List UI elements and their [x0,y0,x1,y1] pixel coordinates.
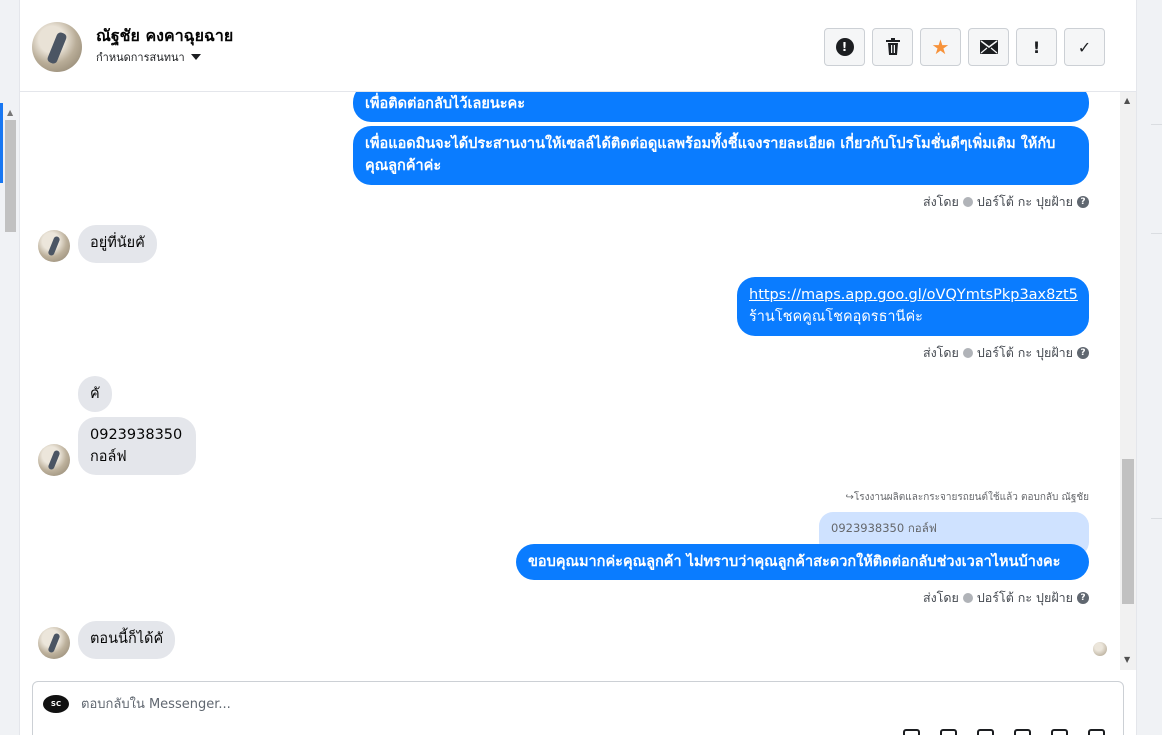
scroll-up-arrow-icon[interactable]: ▲ [7,108,13,117]
sender-dot-icon [962,348,973,358]
reply-input[interactable] [81,692,781,716]
scroll-down-arrow-icon[interactable]: ▼ [1124,655,1130,664]
selected-indicator [0,103,3,183]
quoted-text: 0923938350 กอล์ฟ [831,521,937,535]
emoji-icon[interactable] [940,729,957,735]
incoming-message[interactable]: คั [78,376,112,412]
thread-scrollbar[interactable]: ▲ ▼ [1120,92,1136,670]
composer-actions [903,729,1105,735]
outgoing-message[interactable]: https://maps.app.goo.gl/oVQYmtsPkp3ax8zt… [737,277,1089,336]
envelope-icon [979,40,998,54]
page-logo: SC [43,695,69,713]
incoming-message[interactable]: ตอนนี้ก็ได้คั [78,621,176,659]
help-icon[interactable]: ? [1077,196,1089,208]
attachment-icon[interactable] [903,729,920,735]
mark-unread-button[interactable] [968,28,1009,66]
message-text: 0923938350 [90,427,183,443]
sent-by-text: ส่งโดย [922,194,959,209]
star-button[interactable]: ★ [920,28,961,66]
trash-icon [885,38,900,55]
right-panel-edge [1136,0,1162,735]
sender-name[interactable]: ปอร์โต้ กะ ปุยฝ้าย [977,192,1073,212]
sender-name[interactable]: ปอร์โต้ กะ ปุยฝ้าย [977,343,1073,363]
sent-by-label: ส่งโดย ปอร์โต้ กะ ปุยฝ้าย ? [923,588,1089,608]
message-text: ร้านโชคคูณโชคอุดรธานีค่ะ [749,309,923,325]
sent-by-text: ส่งโดย [922,345,959,360]
reply-composer: SC [32,681,1124,735]
exclamation-icon: ! [1032,37,1041,57]
done-button[interactable]: ✓ [1064,28,1105,66]
message-text: กอล์ฟ [90,449,127,465]
help-icon[interactable]: ? [1077,592,1089,604]
sender-dot-icon [962,593,973,603]
message-thread[interactable]: เพื่อติดต่อกลับไว้เลยนะคะ เพื่อแอดมินจะไ… [20,92,1120,670]
star-icon: ★ [931,35,950,59]
contact-avatar[interactable] [38,627,70,659]
conversation-header: ณัฐชัย คงคาฉุยฉาย กำหนดการสนทนา ! ★ ! ✓ [20,0,1136,92]
sender-dot-icon [962,197,973,207]
spam-button[interactable]: ! [824,28,865,66]
message-text: เพื่อแอดมินจะได้ประสานงานให้เซลล์ได้ติดต… [365,136,1056,174]
conversation-toolbar: ! ★ ! ✓ [824,28,1105,66]
divider [1151,233,1162,234]
reply-context-label: ↪โรงงานผลิตและกระจายรถยนต์ใช้แล้ว ตอบกลั… [845,492,1089,503]
message-text: เพื่อติดต่อกลับไว้เลยนะคะ [365,96,526,112]
send-icon[interactable] [1088,729,1105,735]
sent-by-label: ส่งโดย ปอร์โต้ กะ ปุยฝ้าย ? [923,192,1089,212]
like-icon[interactable] [1051,729,1068,735]
incoming-message[interactable]: อยู่ที่นัยคั [78,225,157,263]
contact-avatar[interactable] [32,22,82,72]
thread-scrollbar-thumb[interactable] [1122,459,1134,604]
divider [1151,518,1162,519]
saved-replies-icon[interactable] [1014,729,1031,735]
message-text: คั [90,386,100,402]
contact-avatar[interactable] [38,230,70,262]
left-panel-edge: ▲ [0,0,20,735]
check-icon: ✓ [1077,37,1092,57]
outgoing-message[interactable]: ขอบคุณมากค่ะคุณลูกค้า ไม่ทราบว่าคุณลูกค้… [516,544,1089,580]
delete-button[interactable] [872,28,913,66]
sent-by-label: ส่งโดย ปอร์โต้ กะ ปุยฝ้าย ? [923,343,1089,363]
contact-name[interactable]: ณัฐชัย คงคาฉุยฉาย [96,24,233,49]
message-text: ขอบคุณมากค่ะคุณลูกค้า ไม่ทราบว่าคุณลูกค้… [528,554,1061,570]
scroll-up-arrow-icon[interactable]: ▲ [1124,96,1130,105]
caret-down-icon [190,54,201,60]
map-link[interactable]: https://maps.app.goo.gl/oVQYmtsPkp3ax8zt… [749,287,1078,303]
sender-name[interactable]: ปอร์โต้ กะ ปุยฝ้าย [977,588,1073,608]
incoming-message[interactable]: 0923938350 กอล์ฟ [78,417,196,475]
message-text: ตอนนี้ก็ได้คั [90,631,164,647]
outgoing-message[interactable]: เพื่อติดต่อกลับไว้เลยนะคะ [353,92,1089,122]
sent-by-text: ส่งโดย [922,590,959,605]
left-scrollbar-thumb[interactable] [5,120,16,232]
assign-conversation-dropdown[interactable]: กำหนดการสนทนา [96,48,201,66]
outgoing-message[interactable]: เพื่อแอดมินจะได้ประสานงานให้เซลล์ได้ติดต… [353,126,1089,185]
gif-icon[interactable] [977,729,994,735]
divider [1151,124,1162,125]
message-text: อยู่ที่นัยคั [90,235,145,251]
help-icon[interactable]: ? [1077,347,1089,359]
follow-up-button[interactable]: ! [1016,28,1057,66]
seen-indicator-avatar [1093,642,1107,656]
alert-circle-icon: ! [835,38,854,56]
contact-avatar[interactable] [38,444,70,476]
inbox-page: ▲ ณัฐชัย คงคาฉุยฉาย กำหนดการสนทนา ! ★ ! … [0,0,1162,735]
assign-label: กำหนดการสนทนา [96,51,185,64]
